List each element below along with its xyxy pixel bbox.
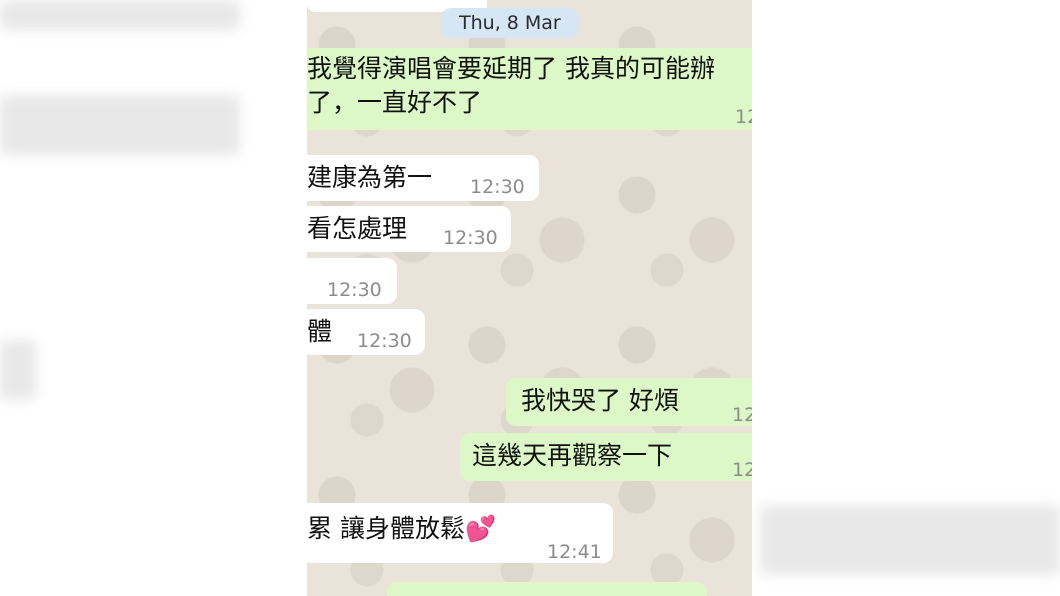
message-bubble-outgoing-cut-off <box>387 582 707 596</box>
message-time: 12:30 <box>443 227 498 249</box>
date-separator: Thu, 8 Mar <box>441 8 579 38</box>
message-bubble-incoming[interactable]: 看怎處理 12:30 <box>307 206 511 252</box>
message-text: 這幾天再觀察一下 <box>472 441 673 470</box>
message-bubble-incoming[interactable]: 累 讓身體放鬆💕 12:41 <box>307 503 613 563</box>
chat-screenshot: Thu, 8 Mar 我覺得演唱會要延期了 我真的可能辦 了，一直好不了 12 … <box>307 0 752 596</box>
blurred-background-text <box>0 340 36 400</box>
blurred-background-text <box>0 0 240 30</box>
message-text: 我快哭了 好煩 <box>521 386 679 415</box>
message-text-line-2: 了，一直好不了 <box>307 88 483 117</box>
blurred-background-text <box>760 505 1060 575</box>
blurred-background-text <box>0 95 240 155</box>
message-time: 12:30 <box>470 176 525 198</box>
message-text-line-1: 我覺得演唱會要延期了 我真的可能辦 <box>307 54 715 83</box>
message-bubble-outgoing[interactable]: 我快哭了 好煩 12 <box>506 378 752 426</box>
message-bubble-incoming[interactable]: 體 12:30 <box>307 309 425 355</box>
message-time: 12:30 <box>357 330 412 352</box>
message-time: 12 <box>735 106 752 128</box>
message-text: 看怎處理 <box>307 214 408 243</box>
message-time: 12 <box>732 459 752 481</box>
message-bubble-incoming[interactable]: 12:30 <box>307 258 397 304</box>
message-bubble-outgoing[interactable]: 這幾天再觀察一下 12 <box>460 433 752 481</box>
message-text: 建康為第一 <box>307 163 433 192</box>
message-time: 12 <box>732 404 752 426</box>
message-time: 12:30 <box>327 279 382 301</box>
message-text: 累 讓身體放鬆💕 <box>307 514 497 543</box>
message-bubble-outgoing[interactable]: 我覺得演唱會要延期了 我真的可能辦 了，一直好不了 12 <box>307 48 752 130</box>
message-text: 體 <box>307 317 333 346</box>
message-time: 12:41 <box>547 541 602 563</box>
message-bubble-incoming[interactable]: 建康為第一 12:30 <box>307 155 539 201</box>
